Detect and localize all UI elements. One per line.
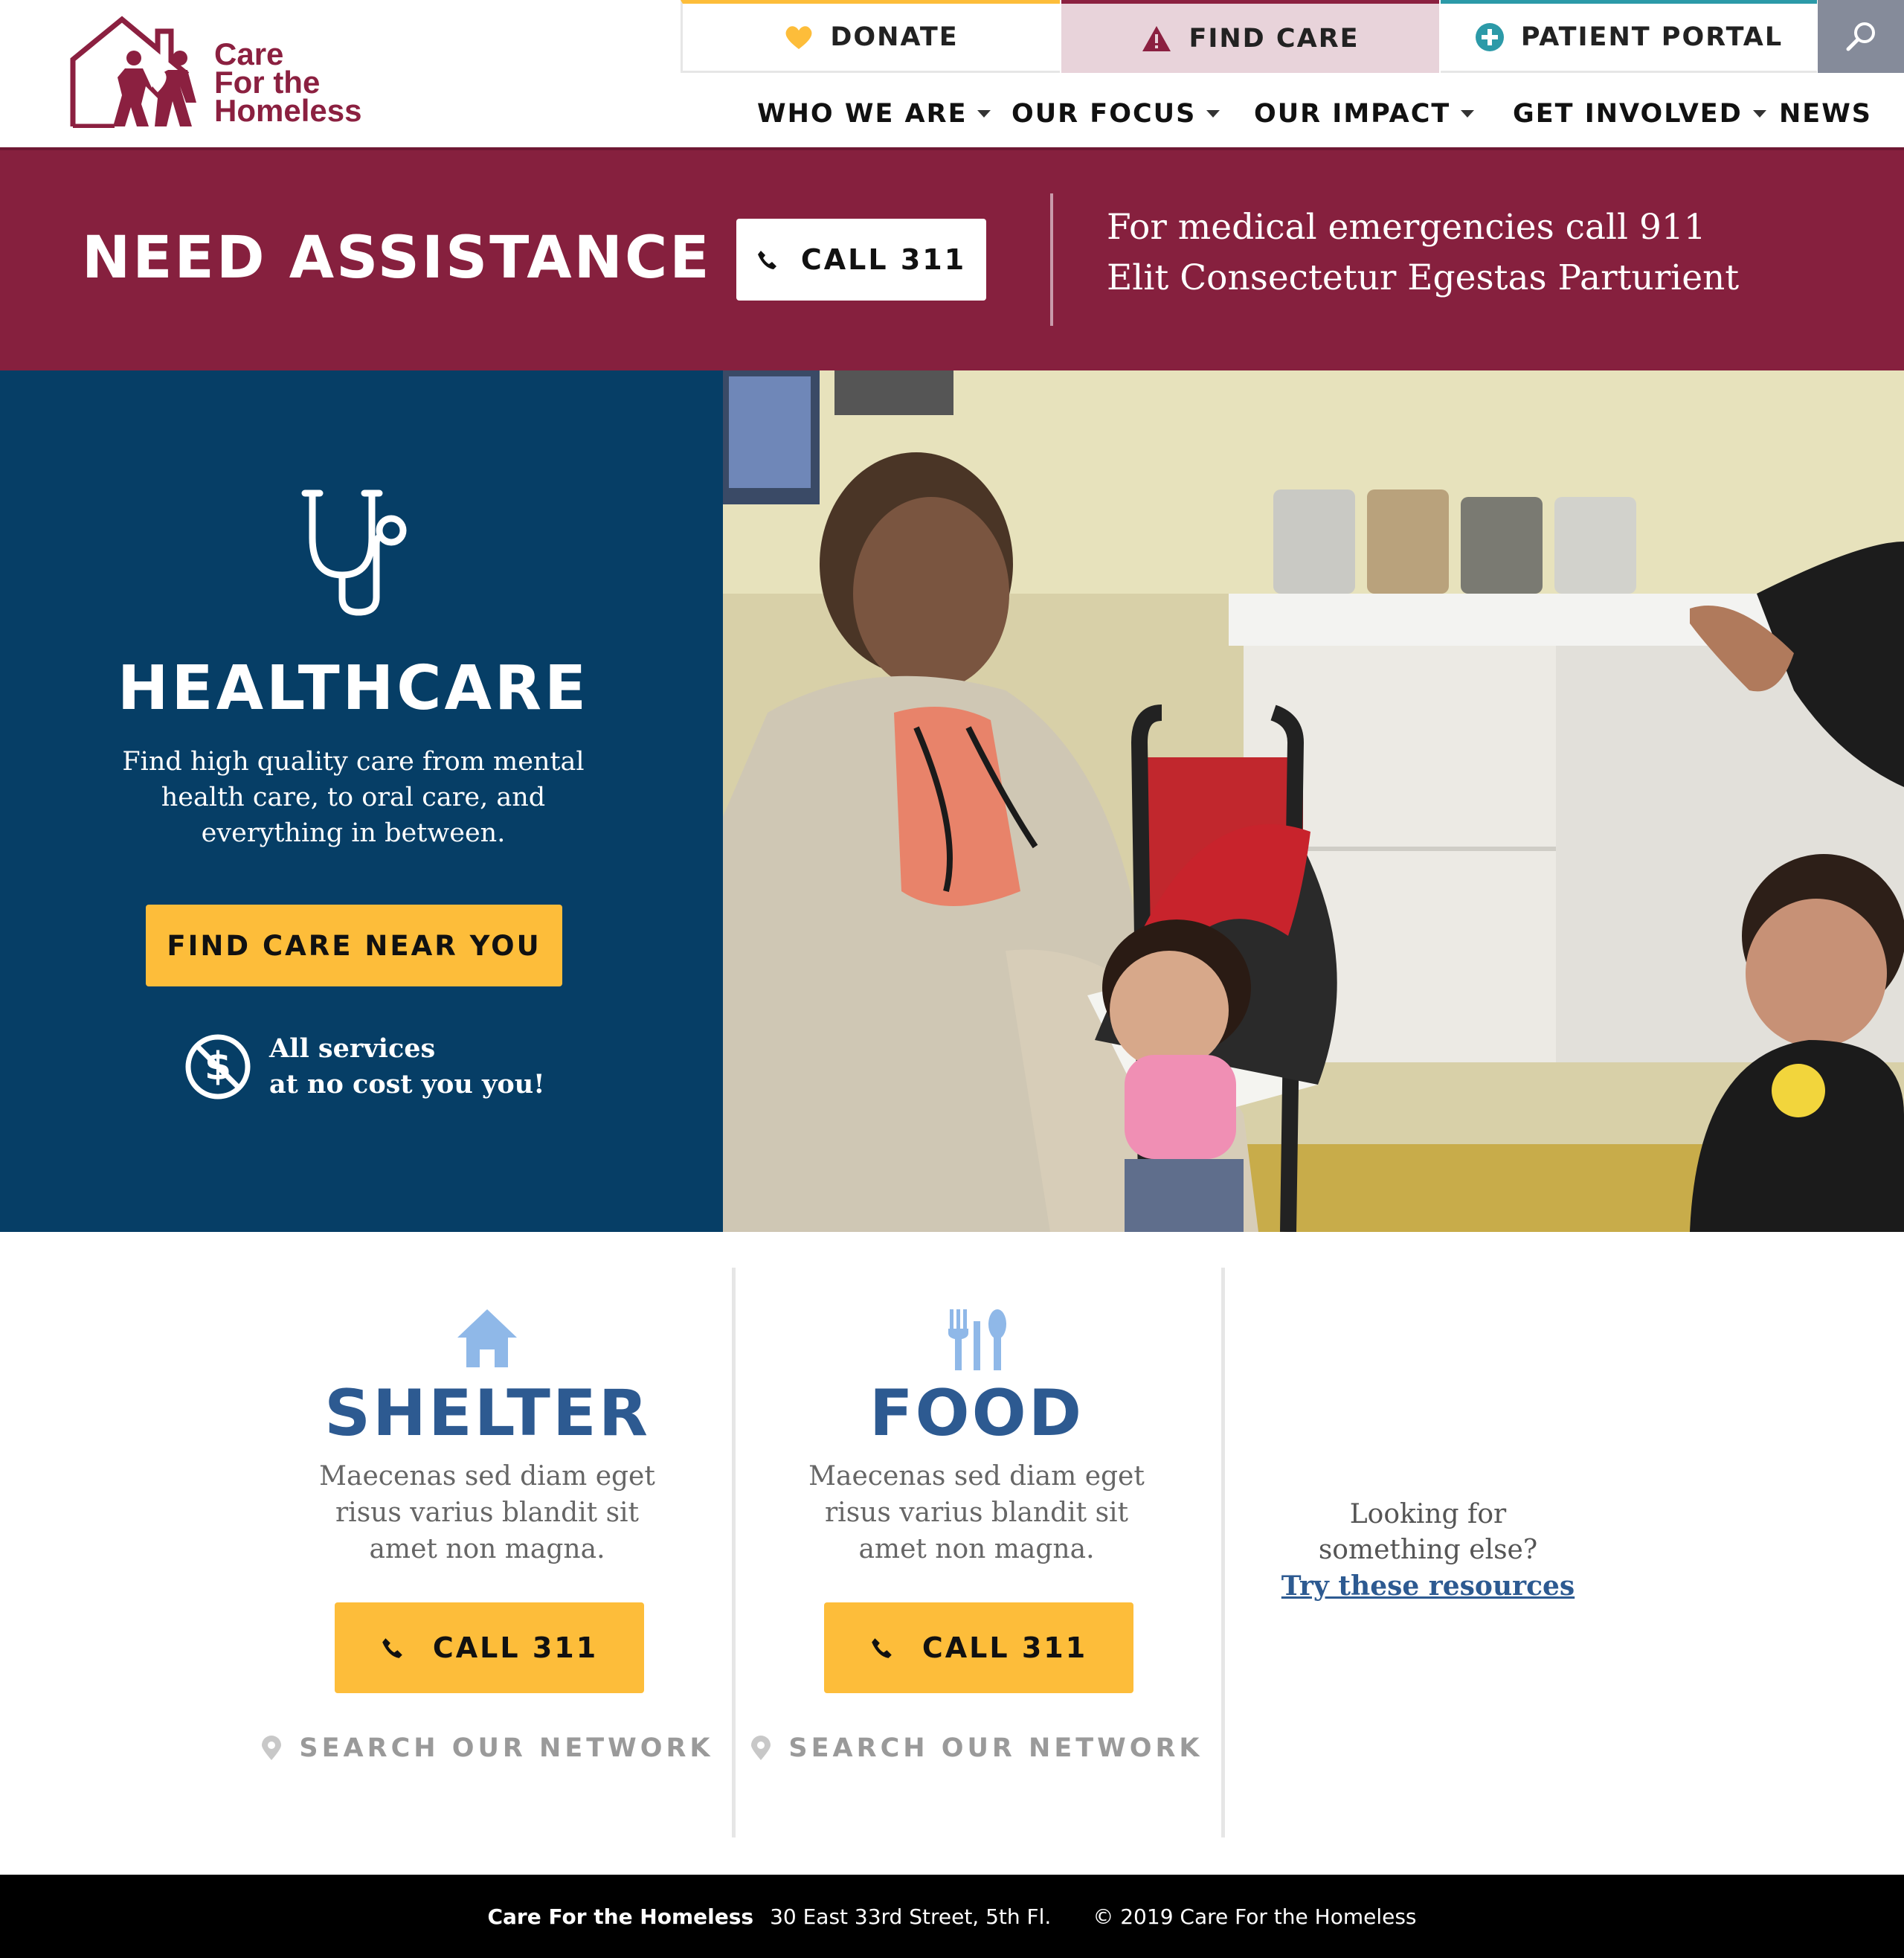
food-title: FOOD bbox=[869, 1376, 1084, 1451]
site-header: Care For the Homeless DONATE FIND CARE P… bbox=[0, 0, 1904, 149]
shelter-card: SHELTER Maecenas sed diam eget risus var… bbox=[245, 1265, 729, 1837]
plus-circle-icon bbox=[1475, 23, 1504, 51]
nav-our-focus[interactable]: OUR FOCUS bbox=[1012, 88, 1220, 140]
assistance-banner: NEED ASSISTANCE NOW? CALL 311 For medica… bbox=[0, 150, 1904, 370]
footer-address: 30 East 33rd Street, 5th Fl. bbox=[770, 1904, 1052, 1929]
no-cost-line-2: at no cost you you! bbox=[269, 1069, 545, 1100]
nav-get-involved[interactable]: GET INVOLVED bbox=[1513, 88, 1766, 140]
clinic-photo bbox=[723, 370, 1904, 1232]
banner-subtext: Elit Consectetur Egestas Parturient bbox=[1107, 257, 1740, 298]
search-button[interactable] bbox=[1818, 0, 1904, 73]
map-pin-icon bbox=[751, 1736, 771, 1760]
food-search-label: SEARCH OUR NETWORK bbox=[788, 1733, 1203, 1763]
phone-icon bbox=[382, 1638, 402, 1658]
food-card: FOOD Maecenas sed diam eget risus varius… bbox=[735, 1265, 1218, 1837]
patient-portal-link[interactable]: PATIENT PORTAL bbox=[1441, 0, 1817, 73]
logo-line-3: Homeless bbox=[214, 93, 362, 128]
no-cost-icon: $ bbox=[185, 1034, 251, 1100]
nav-label: OUR FOCUS bbox=[1012, 99, 1197, 129]
chevron-down-icon bbox=[1461, 110, 1475, 118]
no-cost-line-1: All services bbox=[269, 1033, 436, 1064]
nav-label: NEWS bbox=[1779, 99, 1873, 129]
footer-copyright: © 2019 Care For the Homeless bbox=[1093, 1904, 1417, 1929]
logo-house-icon bbox=[70, 16, 196, 128]
phone-icon bbox=[757, 251, 776, 269]
banner-divider bbox=[1050, 193, 1053, 326]
find-care-link[interactable]: FIND CARE bbox=[1061, 0, 1439, 73]
resources-prompt: Looking for something else? Try these re… bbox=[1235, 1497, 1621, 1604]
donate-link[interactable]: DONATE bbox=[681, 0, 1060, 73]
nav-label: WHO WE ARE bbox=[757, 99, 968, 129]
chevron-down-icon bbox=[1206, 110, 1220, 118]
food-call-label: CALL 311 bbox=[922, 1631, 1088, 1664]
shelter-call-label: CALL 311 bbox=[432, 1631, 599, 1664]
site-logo[interactable]: Care For the Homeless bbox=[68, 15, 381, 134]
search-icon bbox=[1846, 22, 1875, 51]
nav-who-we-are[interactable]: WHO WE ARE bbox=[757, 88, 991, 140]
heart-icon bbox=[785, 26, 812, 49]
patient-portal-label: PATIENT PORTAL bbox=[1520, 22, 1784, 52]
find-care-near-you-label: FIND CARE NEAR YOU bbox=[167, 929, 541, 962]
map-pin-icon bbox=[262, 1736, 282, 1760]
food-call-button[interactable]: CALL 311 bbox=[824, 1602, 1133, 1693]
nav-label: GET INVOLVED bbox=[1513, 99, 1743, 129]
banner-call-button[interactable]: CALL 311 bbox=[736, 219, 986, 301]
shelter-call-button[interactable]: CALL 311 bbox=[335, 1602, 644, 1693]
phone-icon bbox=[871, 1638, 892, 1658]
no-cost-note: $ All services at no cost you you! bbox=[184, 1031, 545, 1102]
shelter-description: Maecenas sed diam eget risus varius blan… bbox=[319, 1461, 655, 1564]
food-search-network-link[interactable]: SEARCH OUR NETWORK bbox=[735, 1733, 1218, 1763]
nav-our-impact[interactable]: OUR IMPACT bbox=[1254, 88, 1475, 140]
banner-emergency-text: For medical emergencies call 911 bbox=[1107, 207, 1706, 248]
stethoscope-icon bbox=[301, 490, 407, 616]
house-icon bbox=[457, 1309, 517, 1367]
banner-call-label: CALL 311 bbox=[800, 243, 967, 276]
chevron-down-icon bbox=[977, 110, 991, 118]
nav-label: OUR IMPACT bbox=[1254, 99, 1451, 129]
find-care-near-you-button[interactable]: FIND CARE NEAR YOU bbox=[146, 905, 562, 986]
donate-label: DONATE bbox=[830, 22, 959, 52]
resources-line-2: something else? bbox=[1318, 1535, 1538, 1565]
column-divider bbox=[1221, 1268, 1225, 1837]
healthcare-panel: HEALTHCARE Find high quality care from m… bbox=[0, 370, 723, 1232]
warning-icon bbox=[1142, 25, 1171, 51]
shelter-search-network-link[interactable]: SEARCH OUR NETWORK bbox=[245, 1733, 729, 1763]
footer-org-name: Care For the Homeless bbox=[487, 1904, 754, 1929]
shelter-title: SHELTER bbox=[324, 1376, 650, 1451]
site-footer: Care For the Homeless 30 East 33rd Stree… bbox=[0, 1875, 1904, 1958]
try-resources-link[interactable]: Try these resources bbox=[1235, 1568, 1621, 1604]
healthcare-title: HEALTHCARE bbox=[117, 653, 590, 724]
healthcare-description: Find high quality care from mental healt… bbox=[122, 747, 585, 848]
utensils-icon bbox=[948, 1309, 1006, 1370]
find-care-label: FIND CARE bbox=[1189, 23, 1360, 54]
resources-line-1: Looking for bbox=[1349, 1499, 1507, 1530]
shelter-search-label: SEARCH OUR NETWORK bbox=[299, 1733, 714, 1763]
food-description: Maecenas sed diam eget risus varius blan… bbox=[808, 1461, 1145, 1564]
nav-news[interactable]: NEWS bbox=[1779, 88, 1872, 140]
chevron-down-icon bbox=[1752, 110, 1766, 118]
